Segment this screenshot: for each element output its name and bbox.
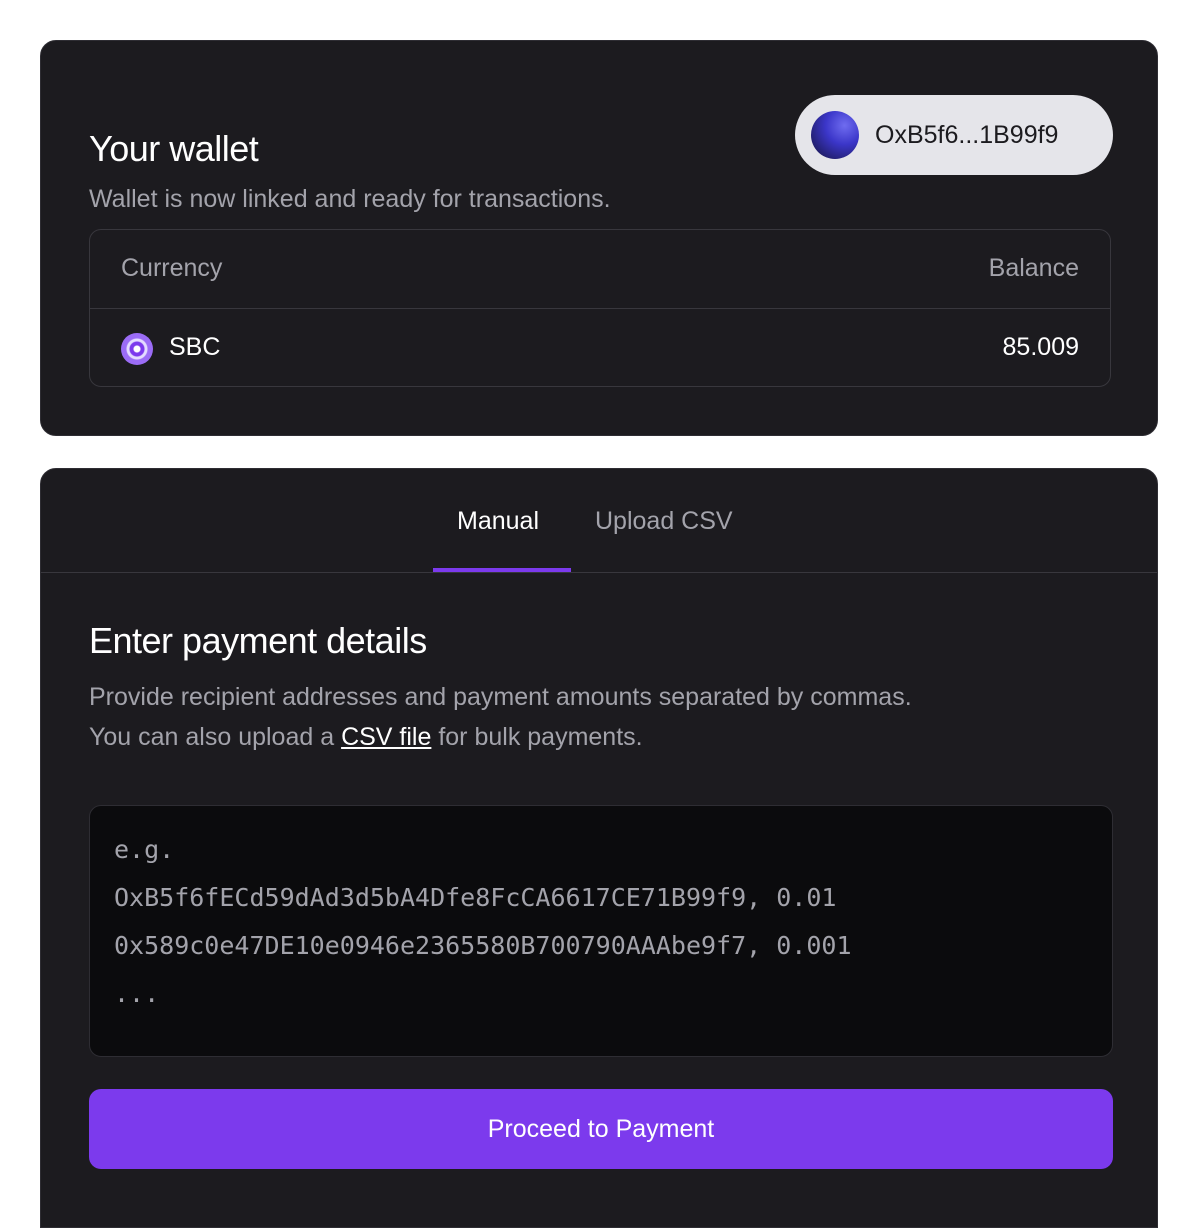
currency-balance: 85.009 [1002, 333, 1079, 361]
table-header: Currency Balance [90, 230, 1110, 309]
payment-details-input[interactable] [89, 805, 1113, 1057]
balance-column-header: Balance [988, 254, 1079, 282]
payment-card: Manual Upload CSV Enter payment details … [40, 468, 1158, 1228]
tab-upload-csv[interactable]: Upload CSV [595, 501, 733, 541]
csv-file-link[interactable]: CSV file [341, 723, 431, 751]
sbc-coin-icon [121, 333, 153, 365]
wallet-address-button[interactable]: OxB5f6...1B99f9 [795, 95, 1113, 175]
wallet-subtitle: Wallet is now linked and ready for trans… [89, 185, 611, 213]
wallet-title: Your wallet [89, 128, 259, 169]
payment-description: Provide recipient addresses and payment … [89, 683, 912, 711]
payment-details-title: Enter payment details [89, 620, 427, 661]
active-tab-indicator [433, 568, 571, 572]
wallet-card: Your wallet Wallet is now linked and rea… [40, 40, 1158, 436]
balance-table: Currency Balance SBC 85.009 [89, 229, 1111, 387]
currency-name: SBC [169, 333, 221, 361]
description-prefix: You can also upload a [89, 723, 342, 751]
payment-description-csv: You can also upload a CSV file for bulk … [89, 719, 643, 755]
tab-manual[interactable]: Manual [457, 501, 539, 541]
currency-column-header: Currency [121, 254, 223, 282]
proceed-to-payment-button[interactable]: Proceed to Payment [89, 1089, 1113, 1169]
table-row: SBC 85.009 [90, 309, 1110, 387]
payment-tabs: Manual Upload CSV [41, 469, 1157, 573]
wallet-avatar-icon [811, 111, 859, 159]
wallet-address: OxB5f6...1B99f9 [875, 121, 1059, 149]
description-suffix: for bulk payments. [431, 723, 643, 751]
